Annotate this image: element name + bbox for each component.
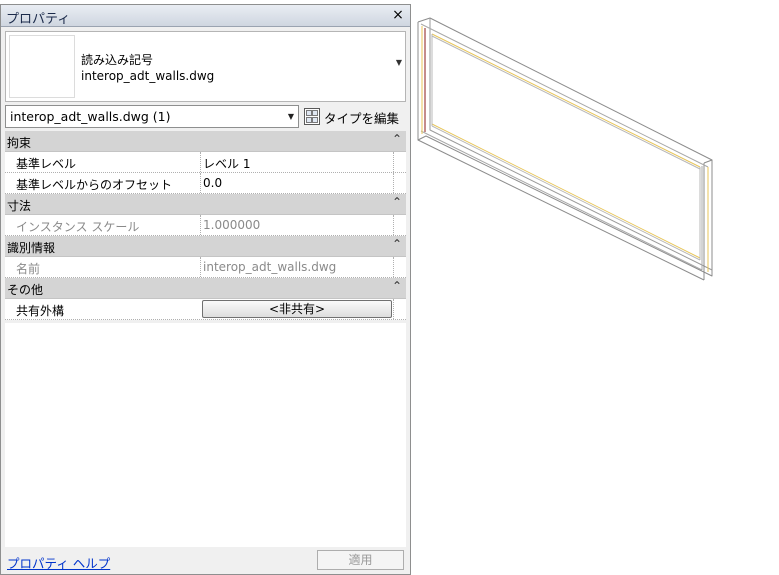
wall-bottom-edge	[417, 139, 705, 281]
group-dimensions[interactable]: 寸法 ⌃	[5, 194, 406, 215]
type-family-label: 読み込み記号	[81, 53, 154, 67]
column-divider	[200, 215, 201, 235]
wall-bottom-rail-outer	[420, 130, 703, 271]
close-icon[interactable]: ×	[390, 7, 406, 23]
edit-type-button[interactable]: タイプを編集	[303, 106, 405, 128]
wall-bottom-rail-inner2	[431, 125, 701, 261]
edit-type-icon	[304, 108, 320, 125]
collapse-icon[interactable]: ⌃	[392, 132, 402, 146]
property-row-shared-site[interactable]: 共有外構 <非共有>	[5, 299, 406, 320]
property-grid: 拘束 ⌃ 基準レベル レベル 1 基準レベルからのオフセット 0.0 寸法 ⌃ …	[5, 131, 406, 320]
type-preview-thumbnail	[9, 35, 75, 98]
wall-bottom-rail-inner	[431, 123, 701, 259]
apply-button[interactable]: 適用	[317, 550, 404, 570]
wall-right-top	[703, 159, 713, 164]
column-divider	[200, 257, 201, 277]
column-divider	[393, 257, 394, 277]
edit-type-label: タイプを編集	[324, 111, 400, 126]
column-divider	[393, 215, 394, 235]
property-value: interop_adt_walls.dwg	[203, 260, 337, 274]
column-divider	[200, 173, 201, 193]
instance-filter-value: interop_adt_walls.dwg (1)	[10, 109, 171, 124]
property-row-instance-scale: インスタンス スケール 1.000000	[5, 215, 406, 236]
shared-site-button[interactable]: <非共有>	[202, 300, 392, 318]
collapse-icon[interactable]: ⌃	[392, 279, 402, 293]
property-grid-empty-area	[5, 323, 406, 547]
property-name: 名前	[16, 262, 41, 276]
group-label: 拘束	[7, 136, 32, 150]
property-value[interactable]: レベル 1	[203, 155, 250, 172]
group-label: その他	[7, 283, 44, 297]
properties-help-link[interactable]: プロパティ ヘルプ	[7, 553, 110, 572]
property-row-base-level[interactable]: 基準レベル レベル 1	[5, 152, 406, 173]
group-constraints[interactable]: 拘束 ⌃	[5, 131, 406, 152]
column-divider	[200, 152, 201, 172]
property-value: 1.000000	[203, 218, 261, 232]
palette-titlebar[interactable]: プロパティ ×	[1, 5, 410, 27]
wall-top-rail-outer	[420, 23, 709, 168]
collapse-icon[interactable]: ⌃	[392, 237, 402, 251]
property-row-name: 名前 interop_adt_walls.dwg	[5, 257, 406, 278]
property-name: 基準レベル	[16, 157, 77, 171]
group-other[interactable]: その他 ⌃	[5, 278, 406, 299]
collapse-icon[interactable]: ⌃	[392, 195, 402, 209]
chevron-down-icon[interactable]: ▼	[396, 58, 402, 67]
type-name-label: interop_adt_walls.dwg	[81, 69, 215, 83]
group-identity-data[interactable]: 識別情報 ⌃	[5, 236, 406, 257]
property-name: 共有外構	[16, 304, 65, 318]
property-name: 基準レベルからのオフセット	[16, 178, 173, 192]
property-row-offset[interactable]: 基準レベルからのオフセット 0.0	[5, 173, 406, 194]
column-divider	[393, 152, 394, 172]
palette-footer: プロパティ ヘルプ 適用	[1, 545, 410, 575]
type-selector[interactable]: 読み込み記号 interop_adt_walls.dwg ▼	[5, 31, 406, 102]
group-label: 寸法	[7, 199, 32, 213]
wall-top-rail-inner	[431, 33, 701, 168]
instance-filter-select[interactable]: interop_adt_walls.dwg (1) ▼	[5, 105, 299, 128]
property-name: インスタンス スケール	[16, 220, 140, 234]
drawing-viewport[interactable]	[412, 0, 779, 575]
chevron-down-icon[interactable]: ▼	[288, 112, 294, 121]
group-label: 識別情報	[7, 241, 56, 255]
wall-3d-view	[417, 17, 713, 281]
column-divider	[393, 173, 394, 193]
column-divider	[393, 299, 394, 319]
palette-title: プロパティ	[6, 12, 71, 27]
property-value[interactable]: 0.0	[203, 176, 222, 190]
properties-palette: プロパティ × 読み込み記号 interop_adt_walls.dwg ▼ i…	[0, 4, 411, 575]
wall-top-rail-inner2	[431, 35, 701, 170]
